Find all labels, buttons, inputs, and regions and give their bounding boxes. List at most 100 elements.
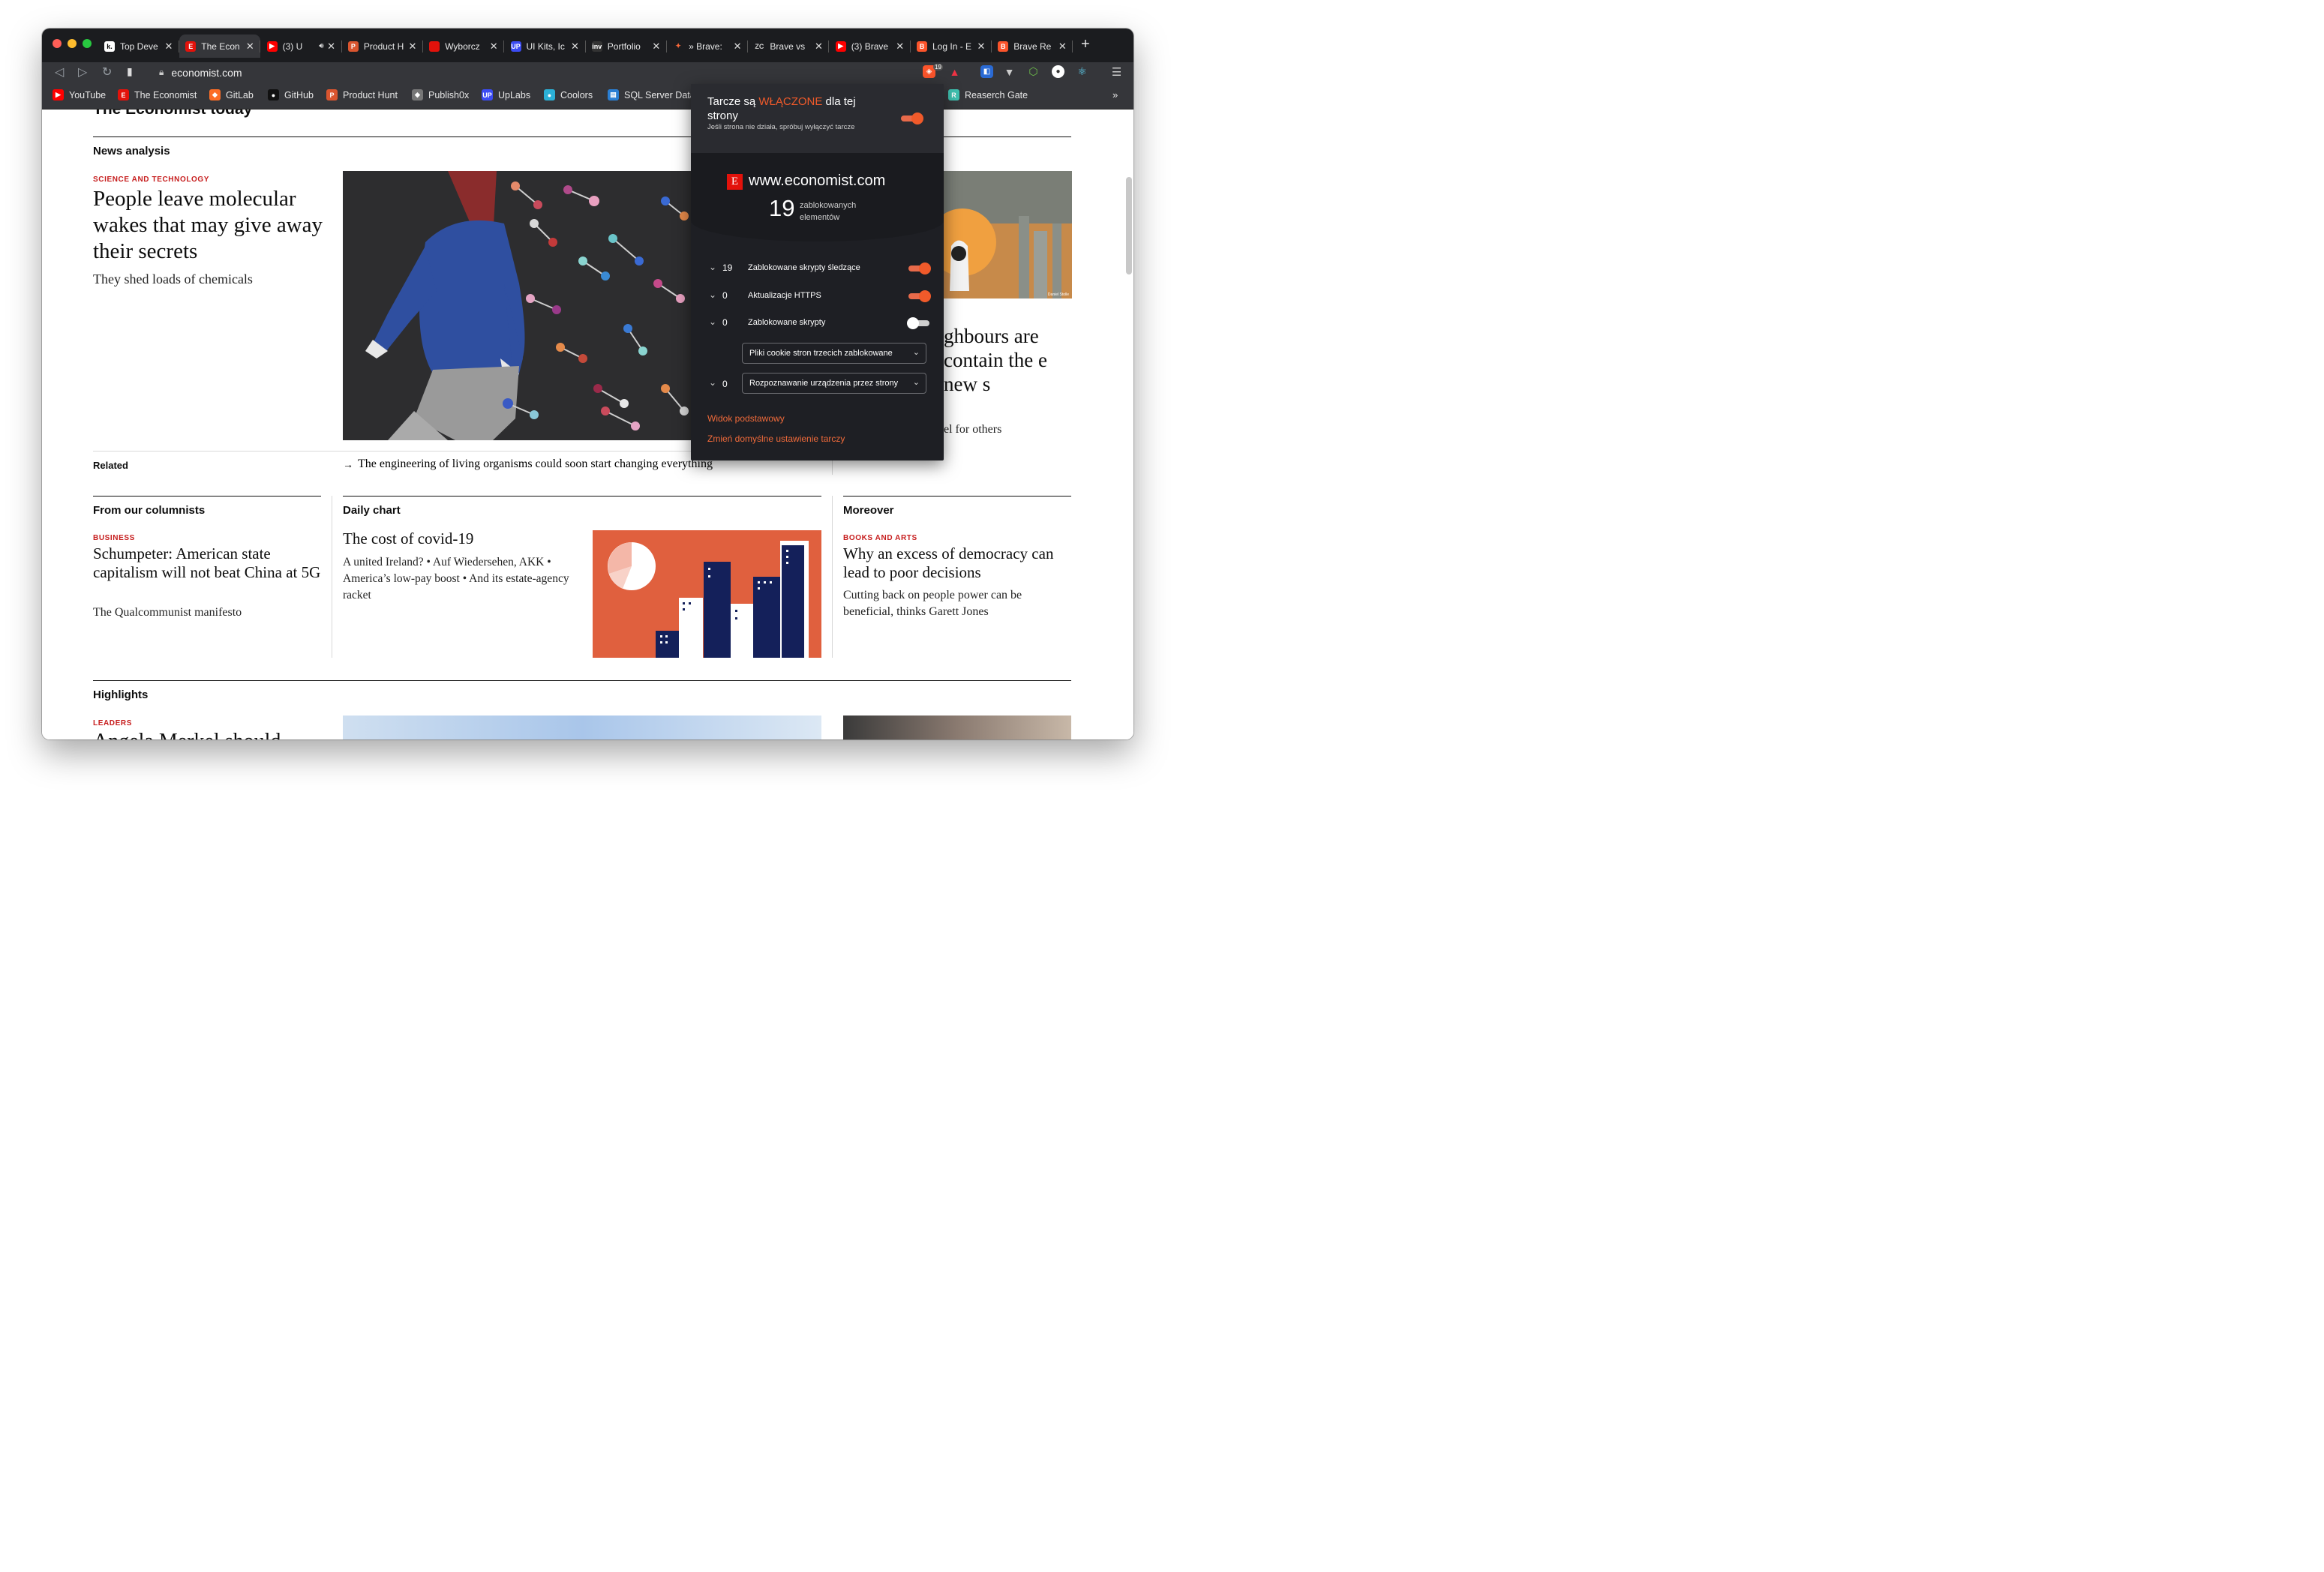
close-tab-icon[interactable]: ✕ (896, 40, 905, 52)
extension-icon-4[interactable]: ● (1052, 65, 1064, 78)
basic-view-link[interactable]: Widok podstawowy (707, 413, 785, 424)
close-tab-icon[interactable]: ✕ (571, 40, 580, 52)
new-tab-button[interactable]: + (1081, 36, 1090, 53)
minimize-window-button[interactable] (68, 39, 77, 48)
menu-icon[interactable]: ☰ (1110, 65, 1123, 79)
address-bar[interactable]: 🔒︎ economist.com (147, 64, 965, 81)
chevron-down-icon[interactable]: ⌄ (709, 316, 716, 327)
related-link[interactable]: → The engineering of living organisms co… (343, 458, 713, 471)
bookmark-label: Publish0x (428, 89, 470, 100)
highlights-image[interactable] (343, 716, 821, 740)
tab[interactable]: P Product H ✕ (342, 34, 423, 58)
daily-chart-image[interactable] (593, 530, 821, 658)
bookmark-favicon: R (948, 89, 959, 100)
extension-icon-2[interactable]: ▼ (1003, 65, 1016, 78)
brave-rewards-icon[interactable]: ▲ (948, 65, 961, 78)
bookmarks-overflow-button[interactable]: » (1112, 89, 1118, 100)
kicker[interactable]: LEADERS (93, 719, 132, 728)
close-window-button[interactable] (53, 39, 62, 48)
bookmark-item[interactable]: ▤ SQL Server Data (608, 89, 695, 100)
city-haze-illustration (944, 171, 1072, 298)
highlights-headline[interactable]: Angela Merkel should (93, 730, 281, 740)
bookmark-item[interactable]: ● GitHub (268, 89, 314, 100)
tab-favicon: ZC (754, 40, 765, 52)
right-article-image[interactable]: Daniel Stolle (944, 171, 1072, 298)
fingerprint-select[interactable]: Rozpoznawanie urządzenia przez strony ⌄ (742, 373, 926, 394)
scripts-toggle[interactable] (907, 317, 929, 329)
tab[interactable]: B Log In - E ✕ (911, 34, 992, 58)
moreover-headline[interactable]: Why an excess of democracy can lead to p… (843, 544, 1071, 582)
bookmark-icon[interactable]: ▮ (127, 65, 133, 78)
tab[interactable]: inv Portfolio ✕ (586, 34, 667, 58)
bookmark-item[interactable]: P Product Hunt (326, 89, 398, 100)
extension-icon-1[interactable]: ◧ (980, 65, 993, 78)
right-headline[interactable]: ghbours are contain the e new s (944, 324, 1071, 396)
tab-title: Log In - E (932, 40, 972, 52)
close-tab-icon[interactable]: ✕ (245, 40, 254, 52)
tab[interactable]: ▶ (3) Brave ✕ (830, 34, 911, 58)
close-tab-icon[interactable]: ✕ (327, 40, 336, 52)
blocked-label: zablokowanych elementów (800, 201, 857, 222)
chevron-down-icon[interactable]: ⌄ (709, 262, 716, 272)
tab[interactable]: k. Top Deve ✕ (98, 34, 179, 58)
cookies-select[interactable]: Pliki cookie stron trzecich zablokowane … (742, 343, 926, 364)
close-tab-icon[interactable]: ✕ (977, 40, 986, 52)
related-link-text: The engineering of living organisms coul… (358, 458, 713, 470)
bookmark-item[interactable]: UP UpLabs (482, 89, 530, 100)
highlights-side-image[interactable] (843, 716, 1071, 740)
scrollbar[interactable] (1126, 177, 1132, 274)
tab[interactable]: B Brave Re ✕ (992, 34, 1073, 58)
bookmark-item[interactable]: R Reaserch Gate (948, 89, 1028, 100)
close-tab-icon[interactable]: ✕ (489, 40, 498, 52)
reload-icon[interactable]: ↻ (102, 64, 112, 80)
bookmark-item[interactable]: ● Coolors (544, 89, 593, 100)
bookmark-item[interactable]: ◆ Publish0x (412, 89, 469, 100)
kicker[interactable]: SCIENCE AND TECHNOLOGY (93, 176, 209, 184)
bookmark-item[interactable]: ▶ YouTube (53, 89, 106, 100)
speaker-icon[interactable]: 🔊︎ (319, 42, 323, 50)
lead-headline[interactable]: People leave molecular wakes that may gi… (93, 186, 327, 265)
close-tab-icon[interactable]: ✕ (408, 40, 417, 52)
tab[interactable]: ▶ (3) U 🔊︎ ✕ (261, 34, 342, 58)
tab[interactable]: UP UI Kits, Ic ✕ (505, 34, 586, 58)
change-defaults-link[interactable]: Zmień domyślne ustawienie tarczy (707, 434, 845, 444)
fingerprint-count: 0 (722, 379, 728, 389)
bookmark-label: Reaserch Gate (965, 89, 1028, 100)
close-tab-icon[interactable]: ✕ (652, 40, 661, 52)
page-content: The Economist today News analysis SCIENC… (42, 110, 1133, 740)
chevron-down-icon[interactable]: ⌄ (709, 290, 716, 300)
bookmark-item[interactable]: E The Economist (118, 89, 197, 100)
blocked-count: 19 (769, 195, 795, 221)
react-devtools-icon[interactable]: ⚛ (1076, 65, 1088, 78)
tab[interactable]: ZC Brave vs ✕ (748, 34, 830, 58)
tab[interactable]: E The Econ ✕ (179, 34, 261, 58)
tab[interactable]: Wyborcz ✕ (423, 34, 505, 58)
close-tab-icon[interactable]: ✕ (814, 40, 823, 52)
trackers-toggle[interactable] (908, 262, 931, 274)
back-icon[interactable]: ◁ (55, 64, 64, 80)
row-trackers[interactable]: ⌄ 19 Zablokowane skrypty śledzące (691, 261, 944, 276)
kicker[interactable]: BOOKS AND ARTS (843, 534, 917, 542)
bookmark-favicon: P (326, 89, 338, 100)
row-label: Aktualizacje HTTPS (748, 291, 821, 300)
shields-main-toggle[interactable] (901, 112, 923, 124)
row-scripts[interactable]: ⌄ 0 Zablokowane skrypty (691, 316, 944, 331)
daily-chart-headline[interactable]: The cost of covid-19 (343, 530, 473, 548)
tab[interactable]: ✦ » Brave: ✕ (667, 34, 749, 58)
https-toggle[interactable] (908, 290, 931, 302)
close-tab-icon[interactable]: ✕ (164, 40, 173, 52)
columnist-headline[interactable]: Schumpeter: American state capitalism wi… (93, 544, 321, 582)
forward-icon[interactable]: ▷ (78, 64, 87, 80)
extension-icon-3[interactable]: ⬡ (1027, 65, 1040, 78)
chevron-down-icon[interactable]: ⌄ (709, 377, 716, 388)
kicker[interactable]: BUSINESS (93, 534, 135, 542)
lead-image[interactable] (343, 171, 692, 440)
row-https[interactable]: ⌄ 0 Aktualizacje HTTPS (691, 289, 944, 304)
section-columnists: From our columnists (93, 504, 206, 517)
tab-separator (1072, 40, 1073, 52)
bookmark-favicon: UP (482, 89, 493, 100)
close-tab-icon[interactable]: ✕ (1058, 40, 1067, 52)
zoom-window-button[interactable] (83, 39, 92, 48)
close-tab-icon[interactable]: ✕ (733, 40, 742, 52)
bookmark-item[interactable]: ◆ GitLab (209, 89, 254, 100)
